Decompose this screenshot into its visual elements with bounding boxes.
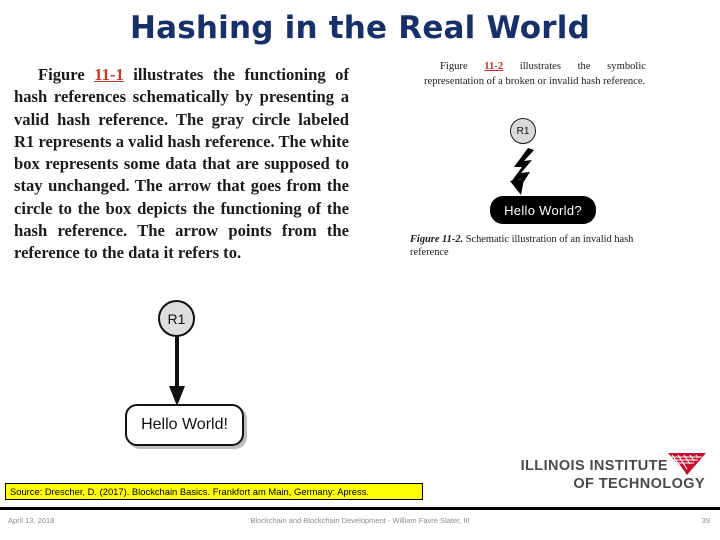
right-text-block: Figure 11-2 illustrates the symbolic rep… bbox=[424, 60, 646, 89]
iit-triangle-mark-icon bbox=[668, 453, 706, 475]
right-text-lead-in: Figure bbox=[440, 61, 485, 72]
valid-hash-reference-diagram: R1 Hello World! bbox=[125, 300, 315, 448]
logo-line-2: OF TECHNOLOGY bbox=[573, 476, 705, 492]
slide-footer: April 13, 2018 Blockchain and Blockchain… bbox=[0, 516, 720, 536]
down-arrow-icon bbox=[169, 336, 185, 406]
logo-line-1: ILLINOIS INSTITUTE bbox=[520, 458, 668, 474]
figure-caption: Figure 11-2. Schematic illustration of a… bbox=[410, 233, 662, 259]
page-title: Hashing in the Real World bbox=[130, 10, 590, 46]
data-box-hello-world-question: Hello World? bbox=[490, 196, 596, 224]
illinois-institute-of-technology-logo: ILLINOIS INSTITUTE OF TECHNOLOGY bbox=[520, 453, 710, 499]
left-text-block: Figure 11-1 illustrates the functioning … bbox=[14, 64, 349, 265]
footer-presentation-title: Blockchain and Blockchain Development - … bbox=[250, 516, 470, 525]
footer-page-number: 39 bbox=[701, 516, 710, 525]
left-text-lead-in: Figure bbox=[38, 65, 95, 84]
left-text-body: illustrates the functioning of hash refe… bbox=[14, 65, 349, 263]
figure-11-2-link[interactable]: 11-2 bbox=[484, 61, 503, 72]
slide-canvas: Hashing in the Real World Figure 11-1 il… bbox=[0, 0, 720, 540]
data-box-hello-world: Hello World! bbox=[125, 404, 244, 446]
figure-11-1-link[interactable]: 11-1 bbox=[94, 65, 124, 84]
invalid-hash-reference-diagram: R1 Hello World? bbox=[462, 118, 612, 230]
footer-divider bbox=[0, 507, 720, 510]
source-citation-bar: Source: Drescher, D. (2017). Blockchain … bbox=[5, 483, 423, 500]
lightning-bolt-arrow-icon bbox=[510, 148, 534, 195]
reference-node-circle-r1: R1 bbox=[510, 118, 536, 144]
figure-caption-number: Figure 11-2. bbox=[410, 234, 464, 245]
reference-node-circle-r1: R1 bbox=[158, 300, 195, 337]
